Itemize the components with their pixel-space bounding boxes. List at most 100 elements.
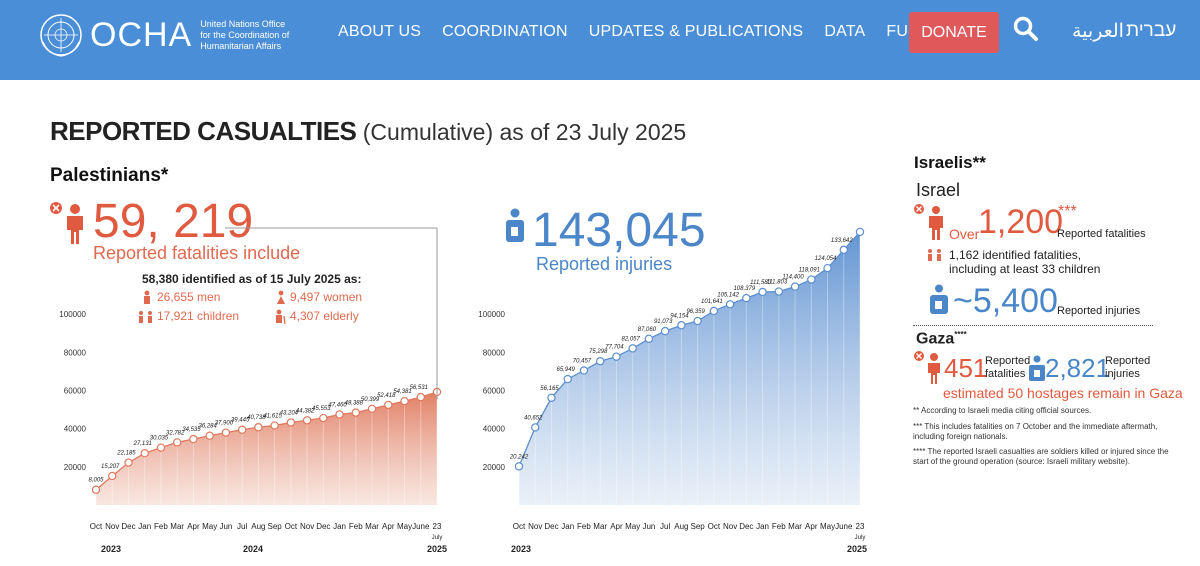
x-tick-label: Oct (513, 522, 526, 531)
x-tick-label: 23 (856, 522, 865, 531)
x-tick-label: Jan (138, 522, 151, 531)
data-label: 101,641 (701, 299, 723, 305)
x-tick-label: Apr (805, 522, 818, 531)
gaza-heading: Gaza**** (916, 330, 967, 348)
data-label: 8,005 (88, 478, 104, 484)
section-divider (913, 325, 1153, 326)
x-tick-label: July (855, 535, 866, 541)
data-point (514, 462, 524, 471)
lang-arabic-link[interactable]: العربية (1072, 20, 1124, 43)
y-tick-label: 40000 (64, 425, 87, 434)
y-tick-label: 60000 (64, 386, 87, 395)
x-tick-label: Dec (121, 522, 135, 531)
gaza-fatalities-number: 451 (944, 353, 988, 383)
israel-fatality-icon (914, 204, 943, 240)
data-label: 30,035 (150, 436, 169, 442)
data-point (221, 428, 231, 437)
lang-hebrew-link[interactable]: עברית (1126, 20, 1176, 42)
children-icon (928, 249, 941, 261)
data-point (319, 413, 328, 423)
x-tick-label: Feb (772, 522, 786, 531)
data-label: 91,073 (654, 319, 673, 325)
donate-button[interactable]: DONATE (909, 12, 999, 53)
data-label: 77,704 (605, 345, 624, 351)
x-tick-label: June (835, 522, 853, 531)
y-tick-label: 40000 (483, 425, 506, 434)
area-fill (96, 391, 437, 505)
injuries-chart: 20000 40000 60000 80000 100000 20,242 40,652 56… (478, 227, 867, 554)
israel-injuries-number: ~5,400 (953, 282, 1058, 320)
x-tick-label: Sep (268, 522, 283, 531)
data-point (758, 287, 767, 297)
data-point (644, 334, 654, 343)
data-point (563, 374, 572, 384)
x-tick-label: Jun (642, 522, 655, 531)
y-tick-label: 80000 (483, 348, 506, 357)
israel-fatalities-label: Reported fatalities (1057, 228, 1146, 240)
data-label: 70,457 (573, 358, 592, 364)
data-point (108, 471, 117, 481)
data-point (156, 443, 166, 452)
gaza-fat-label: Reported (985, 355, 1031, 367)
x-tick-label: Jul (660, 522, 670, 531)
x-tick-label: June (412, 522, 430, 531)
x-tick-label: Feb (154, 522, 168, 531)
x-tick-label: Nov (528, 522, 542, 531)
data-point (237, 425, 247, 434)
data-label: 20,242 (509, 454, 529, 460)
x-tick-label: Oct (90, 522, 103, 531)
x-tick-label: Jun (219, 522, 232, 531)
israel-identified-line1: 1,162 identified fatalities, (949, 248, 1082, 262)
data-label: 65,949 (557, 367, 576, 373)
data-point (416, 392, 425, 402)
x-tick-label: May (202, 522, 217, 531)
year-label: 2024 (243, 544, 263, 554)
x-tick-label: Dec (739, 522, 753, 531)
data-point (774, 287, 784, 296)
x-tick-label: Dec (316, 522, 330, 531)
x-tick-label: Jul (237, 522, 247, 531)
x-tick-label: Feb (577, 522, 591, 531)
gaza-footnote-marker: **** (954, 330, 967, 339)
gaza-inj-label: injuries (1105, 368, 1140, 380)
data-point (660, 326, 670, 336)
data-point (628, 344, 637, 353)
y-tick-label: 60000 (483, 386, 506, 395)
over-label: Over (949, 226, 980, 242)
x-tick-label: Mar (170, 522, 184, 531)
x-tick-label: July (432, 535, 443, 541)
x-tick-label: Nov (723, 522, 737, 531)
data-point (205, 431, 214, 440)
x-tick-label: 23 (433, 522, 442, 531)
data-point (400, 396, 409, 406)
data-point (807, 275, 816, 284)
footnote-1: ** According to Israeli media citing off… (913, 406, 1092, 415)
israel-injuries-label: Reported injuries (1057, 305, 1141, 317)
x-tick-label: Nov (300, 522, 314, 531)
footnote-3a: **** The reported Israeli casualties are… (913, 447, 1169, 456)
data-label: 15,207 (101, 464, 120, 470)
casualty-charts: 20000 40000 60000 80000 100000 8,005 15,207 22,… (59, 227, 867, 554)
x-tick-label: Jan (333, 522, 346, 531)
data-point (742, 293, 751, 303)
y-tick-label: 20000 (483, 463, 506, 472)
x-tick-label: Mar (365, 522, 379, 531)
x-tick-label: Apr (187, 522, 200, 531)
israel-heading: Israel (916, 180, 961, 200)
data-label: 40,652 (524, 415, 543, 421)
data-point (367, 404, 377, 413)
data-label: 22,185 (116, 451, 136, 457)
data-label: 105,142 (717, 292, 739, 298)
data-label: 87,060 (638, 327, 657, 333)
data-point (531, 423, 540, 432)
data-label: 133,642 (831, 238, 853, 244)
fatalities-chart: 20000 40000 60000 80000 100000 8,005 15,207 22,… (59, 310, 447, 554)
x-tick-label: Apr (610, 522, 623, 531)
search-icon[interactable] (1013, 16, 1039, 42)
gaza-inj-label: Reported (1105, 355, 1151, 367)
data-point (189, 434, 198, 444)
year-label: 2023 (511, 544, 531, 554)
data-label: 118,091 (799, 268, 820, 274)
x-tick-label: Mar (593, 522, 607, 531)
gaza-injuries-label: Reported injuries (1105, 355, 1150, 381)
